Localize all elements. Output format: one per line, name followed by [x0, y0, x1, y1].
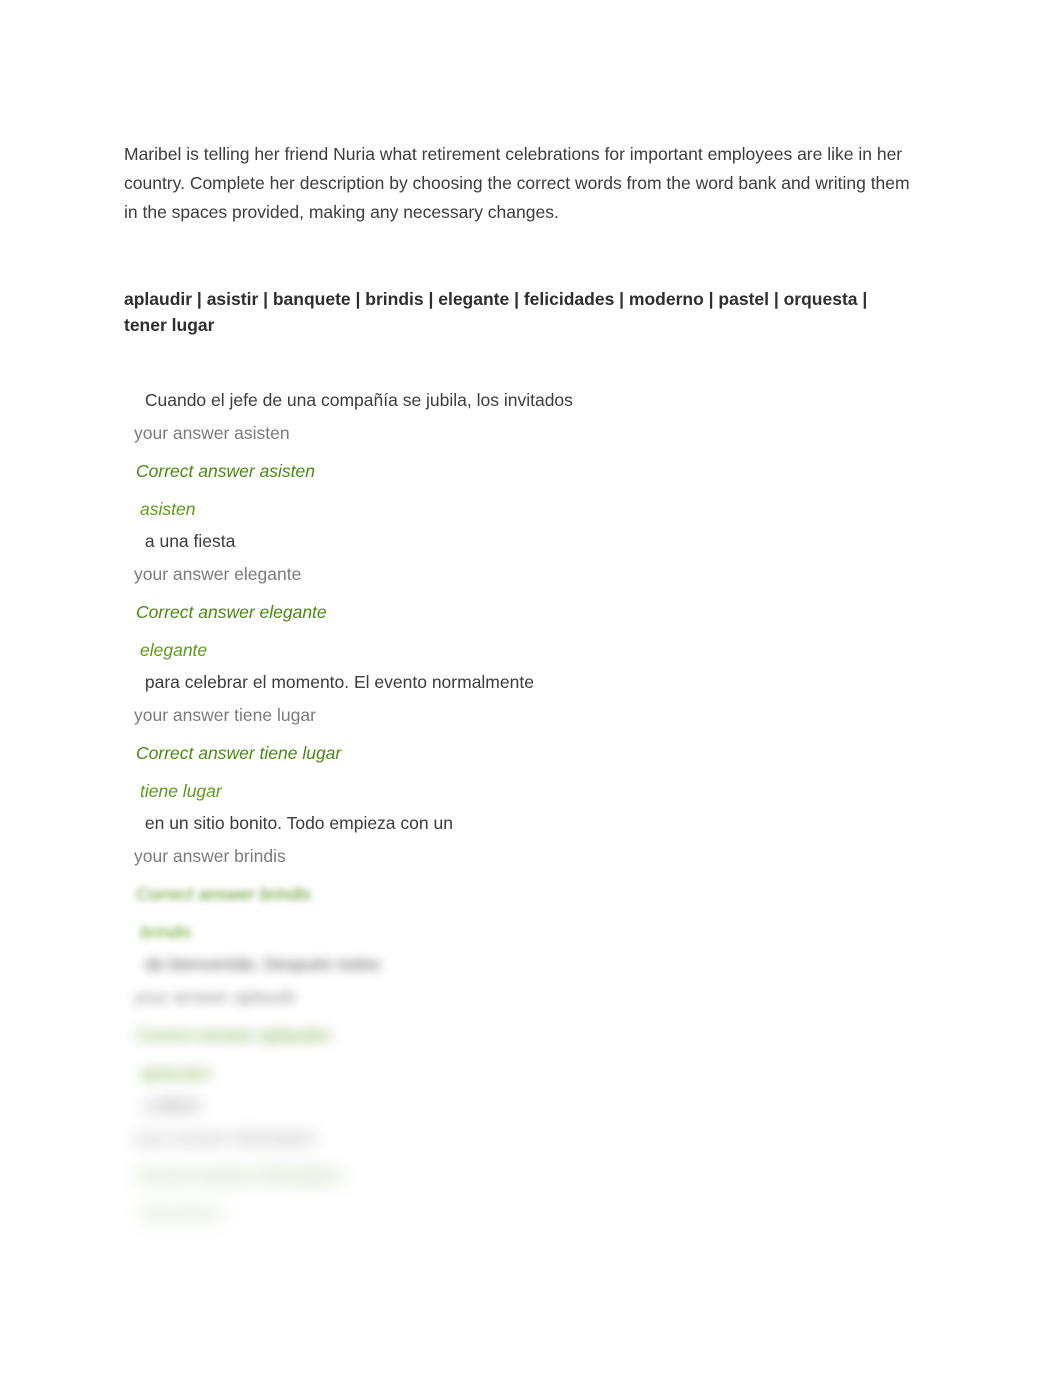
sentence-fragment: y dicen — [140, 1095, 201, 1115]
blurred-region: Correct answer brindis brindis — [0, 872, 1062, 948]
correct-answer-text: Correct answer brindis — [136, 884, 312, 904]
given-answer-text: asisten — [140, 499, 196, 519]
sentence-fragment: de bienvenida. Después todos — [140, 954, 381, 974]
your-answer-text: your answer aplaudir — [134, 987, 297, 1007]
given-answer-text: tiene lugar — [140, 781, 222, 801]
your-answer-text: your answer asisten — [134, 423, 290, 443]
answer-block: de bienvenida. Después todos your answer… — [0, 948, 1062, 1089]
correct-answer-text: Correct answer tiene lugar — [136, 743, 342, 763]
given-answer-text: aplauden — [140, 1063, 213, 1083]
sentence-fragment: para celebrar el momento. El evento norm… — [140, 672, 534, 692]
blurred-region: Correct answer aplauden aplauden — [0, 1013, 1062, 1089]
given-answer-text: brindis — [140, 922, 192, 942]
quiz-answers-list: Cuando el jefe de una compañía se jubila… — [0, 384, 1062, 1230]
document-page: Maribel is telling her friend Nuria what… — [0, 0, 1062, 1380]
correct-answer-text: Correct answer elegante — [136, 602, 327, 622]
your-answer-text: your answer tiene lugar — [134, 705, 316, 725]
your-answer-text: your answer elegante — [134, 564, 302, 584]
answer-block: Cuando el jefe de una compañía se jubila… — [0, 384, 1062, 525]
your-answer-text: your answer felicidades — [134, 1128, 317, 1148]
blurred-region: y dicen your answer felicidades — [0, 1089, 1062, 1154]
sentence-fragment: Cuando el jefe de una compañía se jubila… — [140, 390, 573, 410]
blurred-region: Correct answer felicidades felicidades — [0, 1154, 1062, 1230]
sentence-fragment: en un sitio bonito. Todo empieza con un — [140, 813, 453, 833]
correct-answer-text: Correct answer felicidades — [136, 1166, 343, 1186]
instructions-paragraph: Maribel is telling her friend Nuria what… — [124, 143, 910, 222]
blurred-region: de bienvenida. Después todos your answer… — [0, 948, 1062, 1013]
correct-answer-text: Correct answer asisten — [136, 461, 315, 481]
word-bank: aplaudir | asistir | banquete | brindis … — [124, 288, 868, 335]
answer-block: a una fiesta your answer elegante Correc… — [0, 525, 1062, 666]
given-answer-text: elegante — [140, 640, 208, 660]
answer-block: para celebrar el momento. El evento norm… — [0, 666, 1062, 807]
given-answer-text: felicidades — [140, 1204, 223, 1224]
answer-block: en un sitio bonito. Todo empieza con un … — [0, 807, 1062, 948]
answer-block: y dicen your answer felicidades Correct … — [0, 1089, 1062, 1230]
your-answer-text: your answer brindis — [134, 846, 286, 866]
correct-answer-text: Correct answer aplauden — [136, 1025, 332, 1045]
sentence-fragment: a una fiesta — [140, 531, 236, 551]
